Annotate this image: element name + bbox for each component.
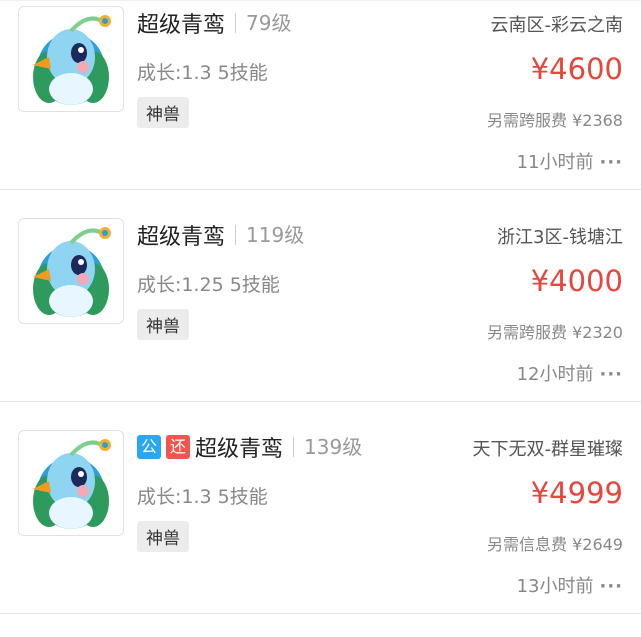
more-dots-icon[interactable]: ··· (599, 152, 623, 173)
extra-fee: 另需跨服费 ¥2368 (487, 111, 623, 130)
qingluan-bird-icon (33, 227, 111, 317)
pet-name[interactable]: 超级青鸾 (195, 431, 283, 463)
pet-growth-skills: 成长:1.25 5技能 (137, 274, 280, 296)
title-row: 超级青鸾 119级 (137, 220, 304, 250)
price: ¥4600 (530, 52, 623, 86)
pet-name[interactable]: 超级青鸾 (137, 219, 225, 251)
pet-thumbnail[interactable] (18, 218, 124, 324)
bargain-badge: 还 (166, 435, 190, 459)
extra-fee: 另需信息费 ¥2649 (487, 535, 623, 554)
server-name: 浙江3区-钱塘江 (497, 227, 623, 248)
pet-level: 79级 (235, 13, 291, 33)
time-posted: 12小时前 ··· (517, 360, 623, 386)
time-posted: 13小时前 ··· (517, 572, 623, 598)
more-dots-icon[interactable]: ··· (599, 364, 623, 385)
pet-thumbnail[interactable] (18, 430, 124, 536)
listing-card[interactable]: 公 还 超级青鸾 139级 成长:1.3 5技能 神兽 天下无双-群星璀璨 ¥4… (0, 402, 641, 614)
title-row: 超级青鸾 79级 (137, 8, 291, 38)
listing-card[interactable]: 超级青鸾 119级 成长:1.25 5技能 神兽 浙江3区-钱塘江 ¥4000 … (0, 190, 641, 402)
pet-growth-skills: 成长:1.3 5技能 (137, 62, 268, 84)
public-badge: 公 (137, 435, 161, 459)
qingluan-bird-icon (33, 439, 111, 529)
server-name: 云南区-彩云之南 (490, 15, 624, 36)
server-name: 天下无双-群星璀璨 (472, 439, 624, 460)
title-row: 公 还 超级青鸾 139级 (137, 432, 362, 462)
pet-type-tag: 神兽 (137, 309, 189, 340)
pet-type-tag: 神兽 (137, 521, 189, 552)
time-label: 11小时前 (516, 152, 594, 173)
pet-level: 119级 (235, 225, 304, 245)
pet-level: 139级 (293, 437, 362, 457)
pet-growth-skills: 成长:1.3 5技能 (137, 486, 268, 508)
pet-name[interactable]: 超级青鸾 (137, 7, 225, 39)
time-posted: 11小时前 ··· (517, 148, 623, 174)
qingluan-bird-icon (33, 15, 111, 105)
time-label: 12小时前 (516, 364, 594, 385)
price: ¥4000 (530, 264, 623, 298)
pet-thumbnail[interactable] (18, 6, 124, 112)
more-dots-icon[interactable]: ··· (599, 576, 623, 597)
time-label: 13小时前 (516, 576, 594, 597)
price: ¥4999 (530, 476, 623, 510)
extra-fee: 另需跨服费 ¥2320 (487, 323, 623, 342)
pet-type-tag: 神兽 (137, 97, 189, 128)
listing-card[interactable]: 超级青鸾 79级 成长:1.3 5技能 神兽 云南区-彩云之南 ¥4600 另需… (0, 0, 641, 190)
